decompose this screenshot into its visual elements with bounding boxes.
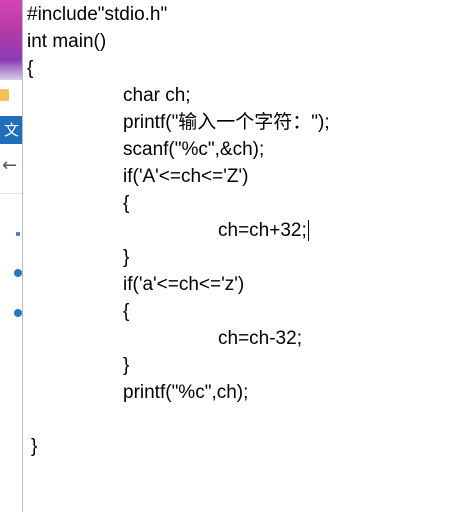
back-arrow-icon[interactable]: ←	[2, 157, 17, 175]
file-menu-tab-label: 文	[4, 121, 20, 139]
code-line-6[interactable]: scanf("%c",&ch);	[123, 137, 264, 163]
background-window-strip: 文 ←	[0, 0, 22, 512]
code-line-2[interactable]: int main()	[27, 29, 106, 55]
code-line-9[interactable]: ch=ch+32;	[218, 218, 309, 244]
code-line-5[interactable]: printf("输入一个字符：");	[123, 110, 330, 136]
network-icon[interactable]	[14, 309, 22, 317]
code-line-4[interactable]: char ch;	[123, 83, 191, 109]
code-line-7[interactable]: if('A'<=ch<='Z')	[123, 164, 248, 190]
code-line-11[interactable]: if('a'<=ch<='z')	[123, 272, 244, 298]
code-editor[interactable]: #include"stdio.h" int main() { char ch; …	[22, 0, 471, 512]
code-line-8[interactable]: {	[123, 191, 129, 217]
code-line-9-text[interactable]: ch=ch+32;	[218, 220, 307, 241]
code-line-16[interactable]: }	[31, 434, 37, 460]
code-line-1[interactable]: #include"stdio.h"	[27, 2, 167, 28]
divider	[0, 193, 22, 194]
desktop-wallpaper	[0, 0, 22, 80]
code-line-13[interactable]: ch=ch-32;	[218, 326, 302, 352]
code-line-3[interactable]: {	[27, 56, 33, 82]
text-caret	[307, 220, 309, 242]
screenshot-page: 文 ← #include"stdio.h" int main() { char …	[0, 0, 471, 512]
tree-item-icon[interactable]	[16, 232, 20, 236]
file-menu-tab[interactable]: 文	[0, 116, 22, 144]
code-line-14[interactable]: }	[123, 353, 129, 379]
cloud-icon[interactable]	[14, 269, 22, 277]
code-line-10[interactable]: }	[123, 245, 129, 271]
code-line-15[interactable]: printf("%c",ch);	[123, 380, 248, 406]
folder-icon[interactable]	[0, 89, 9, 101]
code-line-12[interactable]: {	[123, 299, 129, 325]
